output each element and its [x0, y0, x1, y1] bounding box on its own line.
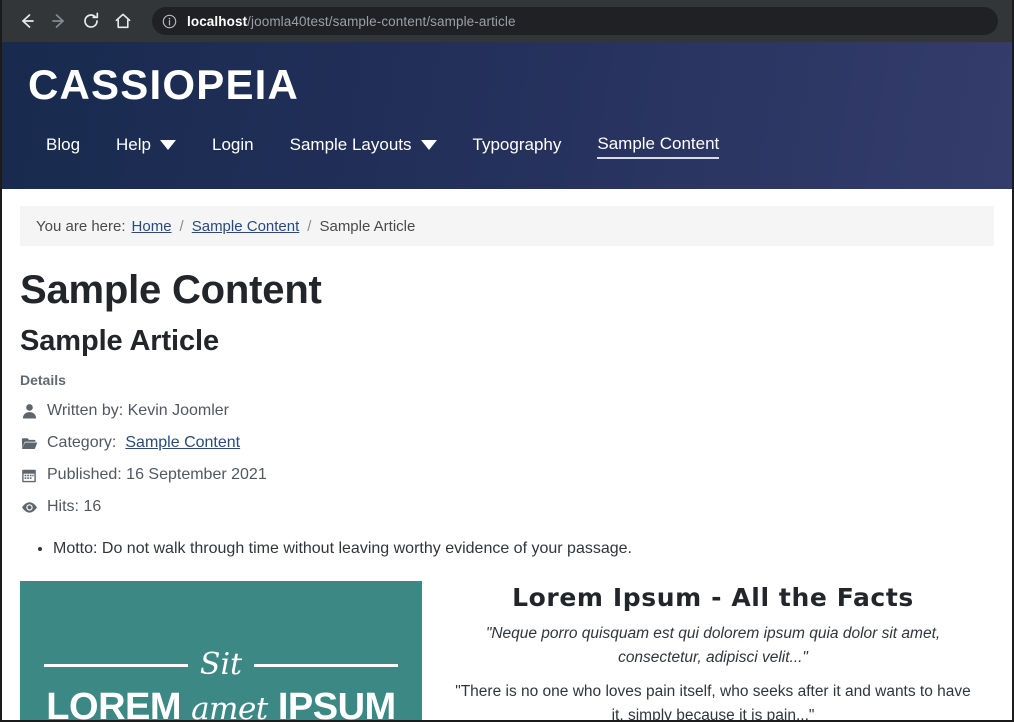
site-header: CASSIOPEIA Blog Help Login Sample Layout… [2, 42, 1012, 189]
promo-text-block: Lorem Ipsum - All the Facts "Neque porro… [422, 581, 994, 722]
meta-row-author: Written by: Kevin Joomler [20, 395, 994, 427]
main-navigation: Blog Help Login Sample Layouts Typograph… [28, 134, 986, 160]
address-bar-text: localhost/joomla40test/sample-content/sa… [187, 14, 516, 29]
meta-author-text: Written by: Kevin Joomler [47, 402, 229, 419]
url-host: localhost [187, 13, 248, 29]
site-brand[interactable]: CASSIOPEIA [28, 42, 986, 108]
breadcrumb-wrapper: You are here: Home / Sample Content / Sa… [2, 189, 1012, 246]
article-title: Sample Article [20, 325, 219, 357]
forward-button[interactable] [44, 6, 74, 36]
list-item: Motto: Do not walk through time without … [53, 537, 994, 561]
reload-button[interactable] [76, 6, 106, 36]
article-meta-list: Written by: Kevin Joomler Category: Samp… [20, 395, 994, 523]
promo-image-line-two: LOREM amet IPSUM [20, 686, 422, 722]
calendar-icon [20, 466, 38, 484]
browser-window: localhost/joomla40test/sample-content/sa… [0, 0, 1014, 722]
eye-icon [20, 498, 38, 516]
meta-row-published: Published: 16 September 2021 [20, 459, 994, 491]
nav-label: Blog [46, 135, 81, 155]
nav-label: Login [212, 135, 254, 155]
page-title: Sample Content [20, 268, 322, 312]
back-button[interactable] [12, 6, 42, 36]
breadcrumb-separator: / [307, 217, 312, 235]
breadcrumb-link-sample-content[interactable]: Sample Content [192, 218, 300, 235]
arrow-left-icon [17, 11, 37, 31]
meta-category-link[interactable]: Sample Content [125, 434, 240, 452]
promo-word-sit: Sit [199, 647, 243, 682]
meta-category-text: Category: [47, 434, 117, 451]
reload-icon [81, 11, 101, 31]
url-path: /joomla40test/sample-content/sample-arti… [247, 13, 516, 29]
promo-image: Sit LOREM amet IPSUM [20, 581, 422, 722]
details-label: Details [20, 372, 66, 388]
promo-section: Sit LOREM amet IPSUM Lorem Ipsum - All t… [20, 581, 994, 722]
folder-icon [20, 434, 38, 452]
meta-hits-text: Hits: 16 [47, 498, 102, 515]
article-content: Sample Content Sample Article Details Wr… [2, 268, 1012, 722]
rule-right [254, 663, 399, 667]
promo-image-line-one: Sit [20, 650, 422, 680]
info-circle-icon[interactable] [162, 14, 177, 29]
nav-label: Help [116, 135, 151, 155]
nav-item-typography[interactable]: Typography [473, 135, 562, 158]
nav-label: Sample Content [597, 134, 720, 154]
rule-left [44, 663, 188, 667]
promo-heading: Lorem Ipsum - All the Facts [512, 583, 914, 612]
breadcrumb-prefix: You are here: [36, 217, 126, 235]
home-button[interactable] [108, 6, 138, 36]
breadcrumb-current: Sample Article [319, 217, 416, 235]
promo-word-amet: amet [191, 691, 268, 722]
home-icon [113, 11, 133, 31]
promo-quote-italic: "Neque porro quisquam est qui dolorem ip… [485, 625, 941, 667]
promo-word-ipsum: IPSUM [277, 686, 396, 722]
nav-item-sample-layouts[interactable]: Sample Layouts [290, 135, 437, 158]
article-bullet-list: Motto: Do not walk through time without … [20, 537, 994, 561]
meta-row-category: Category: Sample Content [20, 427, 994, 459]
address-bar[interactable]: localhost/joomla40test/sample-content/sa… [152, 7, 998, 35]
nav-item-blog[interactable]: Blog [46, 135, 80, 158]
meta-row-hits: Hits: 16 [20, 491, 994, 523]
nav-label: Typography [472, 135, 562, 155]
nav-label: Sample Layouts [289, 135, 412, 155]
chevron-down-icon [160, 140, 176, 151]
breadcrumb-link-home[interactable]: Home [132, 218, 172, 235]
breadcrumb: You are here: Home / Sample Content / Sa… [20, 206, 994, 246]
user-icon [20, 402, 38, 420]
promo-quote-plain: "There is no one who loves pain itself, … [455, 683, 971, 722]
nav-item-login[interactable]: Login [212, 135, 254, 158]
breadcrumb-separator: / [179, 217, 184, 235]
chevron-down-icon [420, 140, 437, 151]
nav-item-sample-content[interactable]: Sample Content [597, 134, 720, 160]
arrow-right-icon [49, 11, 69, 31]
promo-word-lorem: LOREM [46, 686, 182, 722]
nav-item-help[interactable]: Help [116, 135, 176, 158]
meta-published-text: Published: 16 September 2021 [47, 466, 267, 483]
browser-toolbar: localhost/joomla40test/sample-content/sa… [2, 0, 1012, 42]
